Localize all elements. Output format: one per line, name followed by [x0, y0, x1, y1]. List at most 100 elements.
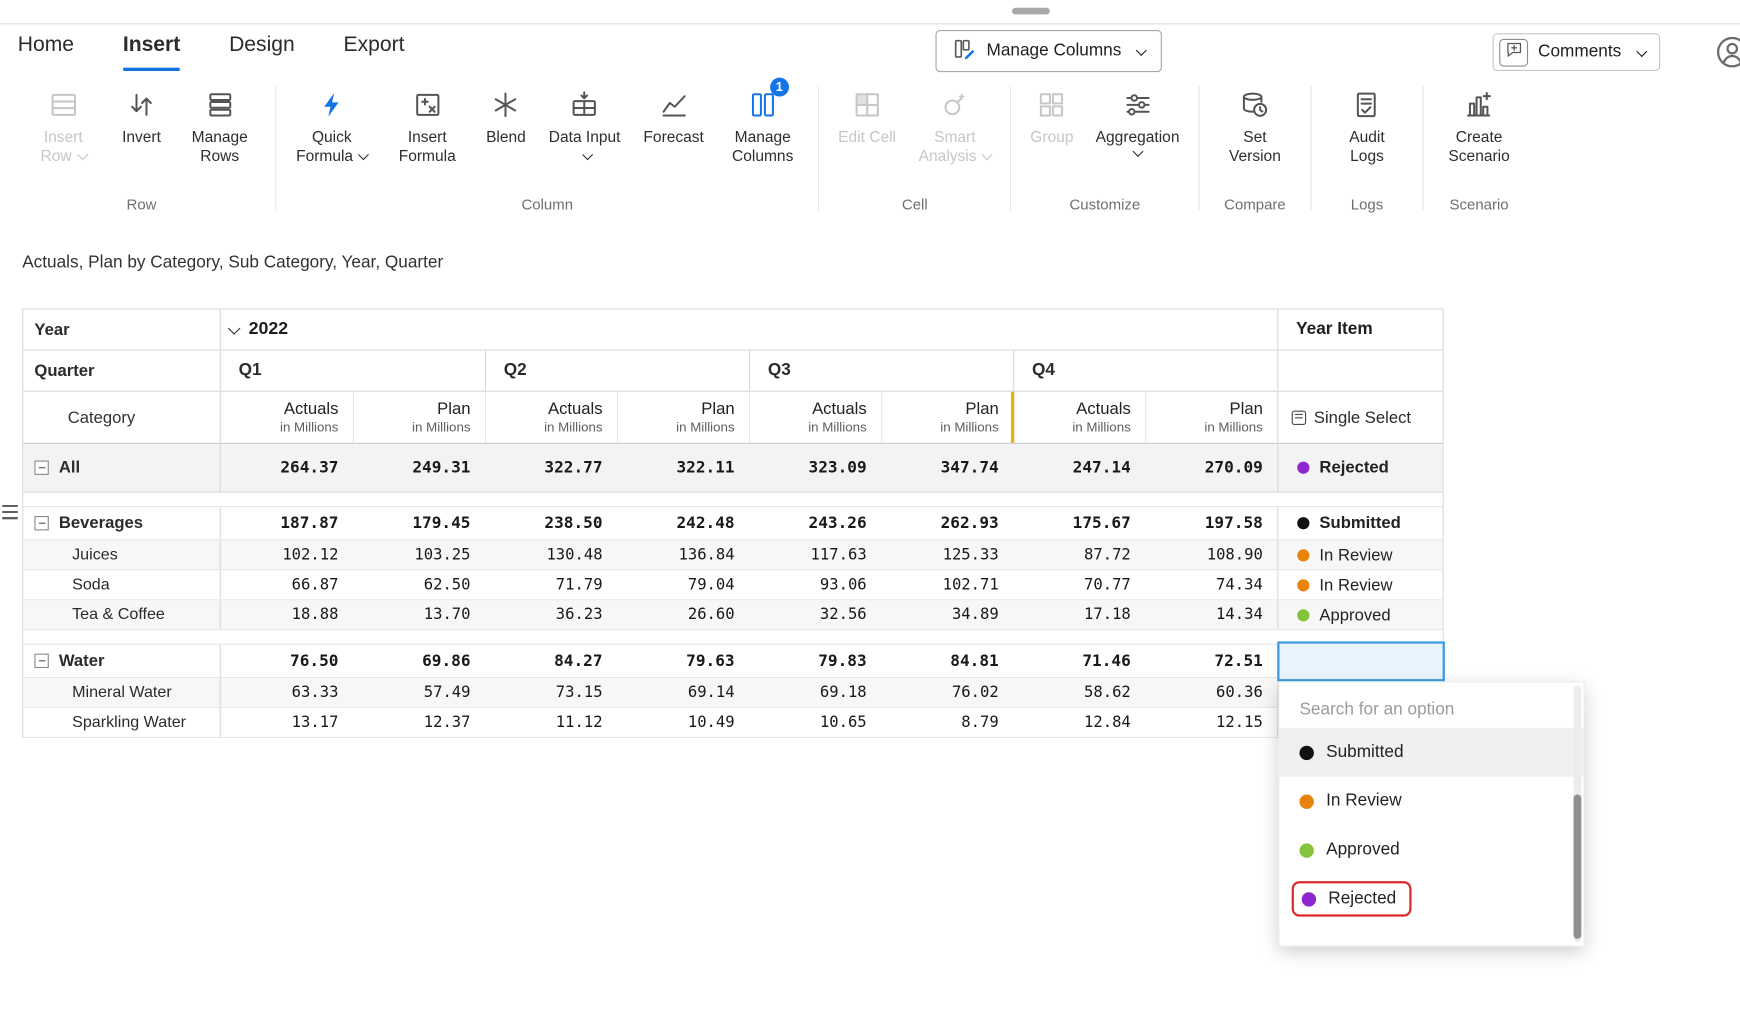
ribbon-button-data-input[interactable]: Data Input: [539, 82, 630, 167]
year-value-cell[interactable]: 2022: [221, 310, 1277, 350]
row-label-all[interactable]: All: [23, 444, 221, 492]
data-cell[interactable]: 13.17: [221, 708, 353, 737]
data-cell[interactable]: 84.81: [881, 645, 1013, 677]
data-cell[interactable]: 69.86: [353, 645, 485, 677]
data-cell[interactable]: 84.27: [485, 645, 617, 677]
data-cell[interactable]: 79.63: [617, 645, 749, 677]
dropdown-option-rejected[interactable]: Rejected: [1279, 874, 1583, 923]
status-cell[interactable]: In Review: [1277, 540, 1442, 569]
data-cell[interactable]: 10.65: [749, 708, 881, 737]
status-cell[interactable]: Approved: [1277, 600, 1442, 629]
data-cell[interactable]: 197.58: [1145, 507, 1277, 539]
data-cell[interactable]: 18.88: [221, 600, 353, 629]
manage-columns-button[interactable]: Manage Columns: [935, 30, 1162, 72]
data-cell[interactable]: 57.49: [353, 678, 485, 707]
ribbon-button-create-scenario[interactable]: Create Scenario: [1434, 82, 1525, 167]
tab-insert[interactable]: Insert: [123, 33, 180, 71]
comments-button[interactable]: Comments: [1493, 33, 1660, 71]
row-label-soda[interactable]: Soda: [23, 570, 221, 599]
data-cell[interactable]: 243.26: [749, 507, 881, 539]
data-cell[interactable]: 10.49: [617, 708, 749, 737]
data-cell[interactable]: 103.25: [353, 540, 485, 569]
data-cell[interactable]: 117.63: [749, 540, 881, 569]
data-cell[interactable]: 69.14: [617, 678, 749, 707]
data-cell[interactable]: 247.14: [1013, 444, 1145, 492]
data-cell[interactable]: 79.04: [617, 570, 749, 599]
data-cell[interactable]: 26.60: [617, 600, 749, 629]
row-drag-handle-icon[interactable]: [2, 505, 18, 519]
row-label-juices[interactable]: Juices: [23, 540, 221, 569]
status-cell[interactable]: Submitted: [1277, 507, 1442, 539]
data-cell[interactable]: 70.77: [1013, 570, 1145, 599]
data-cell[interactable]: 76.50: [221, 645, 353, 677]
data-cell[interactable]: 71.79: [485, 570, 617, 599]
add-comment-icon[interactable]: [1499, 38, 1528, 66]
data-cell[interactable]: 175.67: [1013, 507, 1145, 539]
dropdown-search-input[interactable]: [1297, 699, 1548, 721]
data-cell[interactable]: 17.18: [1013, 600, 1145, 629]
data-cell[interactable]: 87.72: [1013, 540, 1145, 569]
data-cell[interactable]: 242.48: [617, 507, 749, 539]
selected-cell[interactable]: [1277, 645, 1442, 677]
data-cell[interactable]: 14.34: [1145, 600, 1277, 629]
ribbon-button-manage-rows[interactable]: Manage Rows: [174, 82, 265, 167]
dropdown-scrollbar-thumb[interactable]: [1574, 795, 1582, 939]
data-cell[interactable]: 73.15: [485, 678, 617, 707]
data-cell[interactable]: 62.50: [353, 570, 485, 599]
row-label-sparkling-water[interactable]: Sparkling Water: [23, 708, 221, 737]
ribbon-button-blend[interactable]: Blend: [477, 82, 534, 149]
data-cell[interactable]: 270.09: [1145, 444, 1277, 492]
data-cell[interactable]: 179.45: [353, 507, 485, 539]
collapse-icon[interactable]: [34, 654, 48, 668]
data-cell[interactable]: 102.12: [221, 540, 353, 569]
dropdown-option-approved[interactable]: Approved: [1279, 826, 1583, 875]
ribbon-button-set-version[interactable]: Set Version: [1209, 82, 1300, 167]
data-cell[interactable]: 262.93: [881, 507, 1013, 539]
row-label-water[interactable]: Water: [23, 645, 221, 677]
ribbon-button-quick-formula[interactable]: Quick Formula: [286, 82, 377, 167]
chevron-down-icon[interactable]: [228, 322, 241, 335]
data-cell[interactable]: 36.23: [485, 600, 617, 629]
data-cell[interactable]: 63.33: [221, 678, 353, 707]
row-label-tea-coffee[interactable]: Tea & Coffee: [23, 600, 221, 629]
data-cell[interactable]: 32.56: [749, 600, 881, 629]
data-cell[interactable]: 323.09: [749, 444, 881, 492]
ribbon-button-forecast[interactable]: Forecast: [635, 82, 713, 149]
data-cell[interactable]: 108.90: [1145, 540, 1277, 569]
data-cell[interactable]: 8.79: [881, 708, 1013, 737]
data-cell[interactable]: 60.36: [1145, 678, 1277, 707]
data-cell[interactable]: 136.84: [617, 540, 749, 569]
data-cell[interactable]: 249.31: [353, 444, 485, 492]
status-cell[interactable]: In Review: [1277, 570, 1442, 599]
data-cell[interactable]: 125.33: [881, 540, 1013, 569]
status-cell[interactable]: Rejected: [1277, 444, 1442, 492]
data-cell[interactable]: 66.87: [221, 570, 353, 599]
data-cell[interactable]: 322.77: [485, 444, 617, 492]
ribbon-button-manage-columns[interactable]: 1Manage Columns: [717, 82, 808, 167]
data-cell[interactable]: 76.02: [881, 678, 1013, 707]
data-cell[interactable]: 12.15: [1145, 708, 1277, 737]
collapse-icon[interactable]: [34, 516, 48, 530]
data-cell[interactable]: 347.74: [881, 444, 1013, 492]
collapse-icon[interactable]: [34, 461, 48, 475]
data-cell[interactable]: 12.37: [353, 708, 485, 737]
data-cell[interactable]: 13.70: [353, 600, 485, 629]
data-cell[interactable]: 79.83: [749, 645, 881, 677]
data-cell[interactable]: 102.71: [881, 570, 1013, 599]
ribbon-button-audit-logs[interactable]: Audit Logs: [1322, 82, 1413, 167]
data-cell[interactable]: 130.48: [485, 540, 617, 569]
window-drag-handle[interactable]: [1012, 8, 1050, 15]
data-cell[interactable]: 34.89: [881, 600, 1013, 629]
tab-export[interactable]: Export: [344, 33, 405, 71]
data-cell[interactable]: 187.87: [221, 507, 353, 539]
data-cell[interactable]: 322.11: [617, 444, 749, 492]
tab-home[interactable]: Home: [18, 33, 74, 71]
dropdown-option-submitted[interactable]: Submitted: [1279, 728, 1583, 777]
dropdown-option-in-review[interactable]: In Review: [1279, 777, 1583, 826]
data-cell[interactable]: 11.12: [485, 708, 617, 737]
ribbon-button-insert-formula[interactable]: Insert Formula: [382, 82, 473, 167]
data-cell[interactable]: 72.51: [1145, 645, 1277, 677]
data-cell[interactable]: 69.18: [749, 678, 881, 707]
data-cell[interactable]: 238.50: [485, 507, 617, 539]
data-cell[interactable]: 71.46: [1013, 645, 1145, 677]
